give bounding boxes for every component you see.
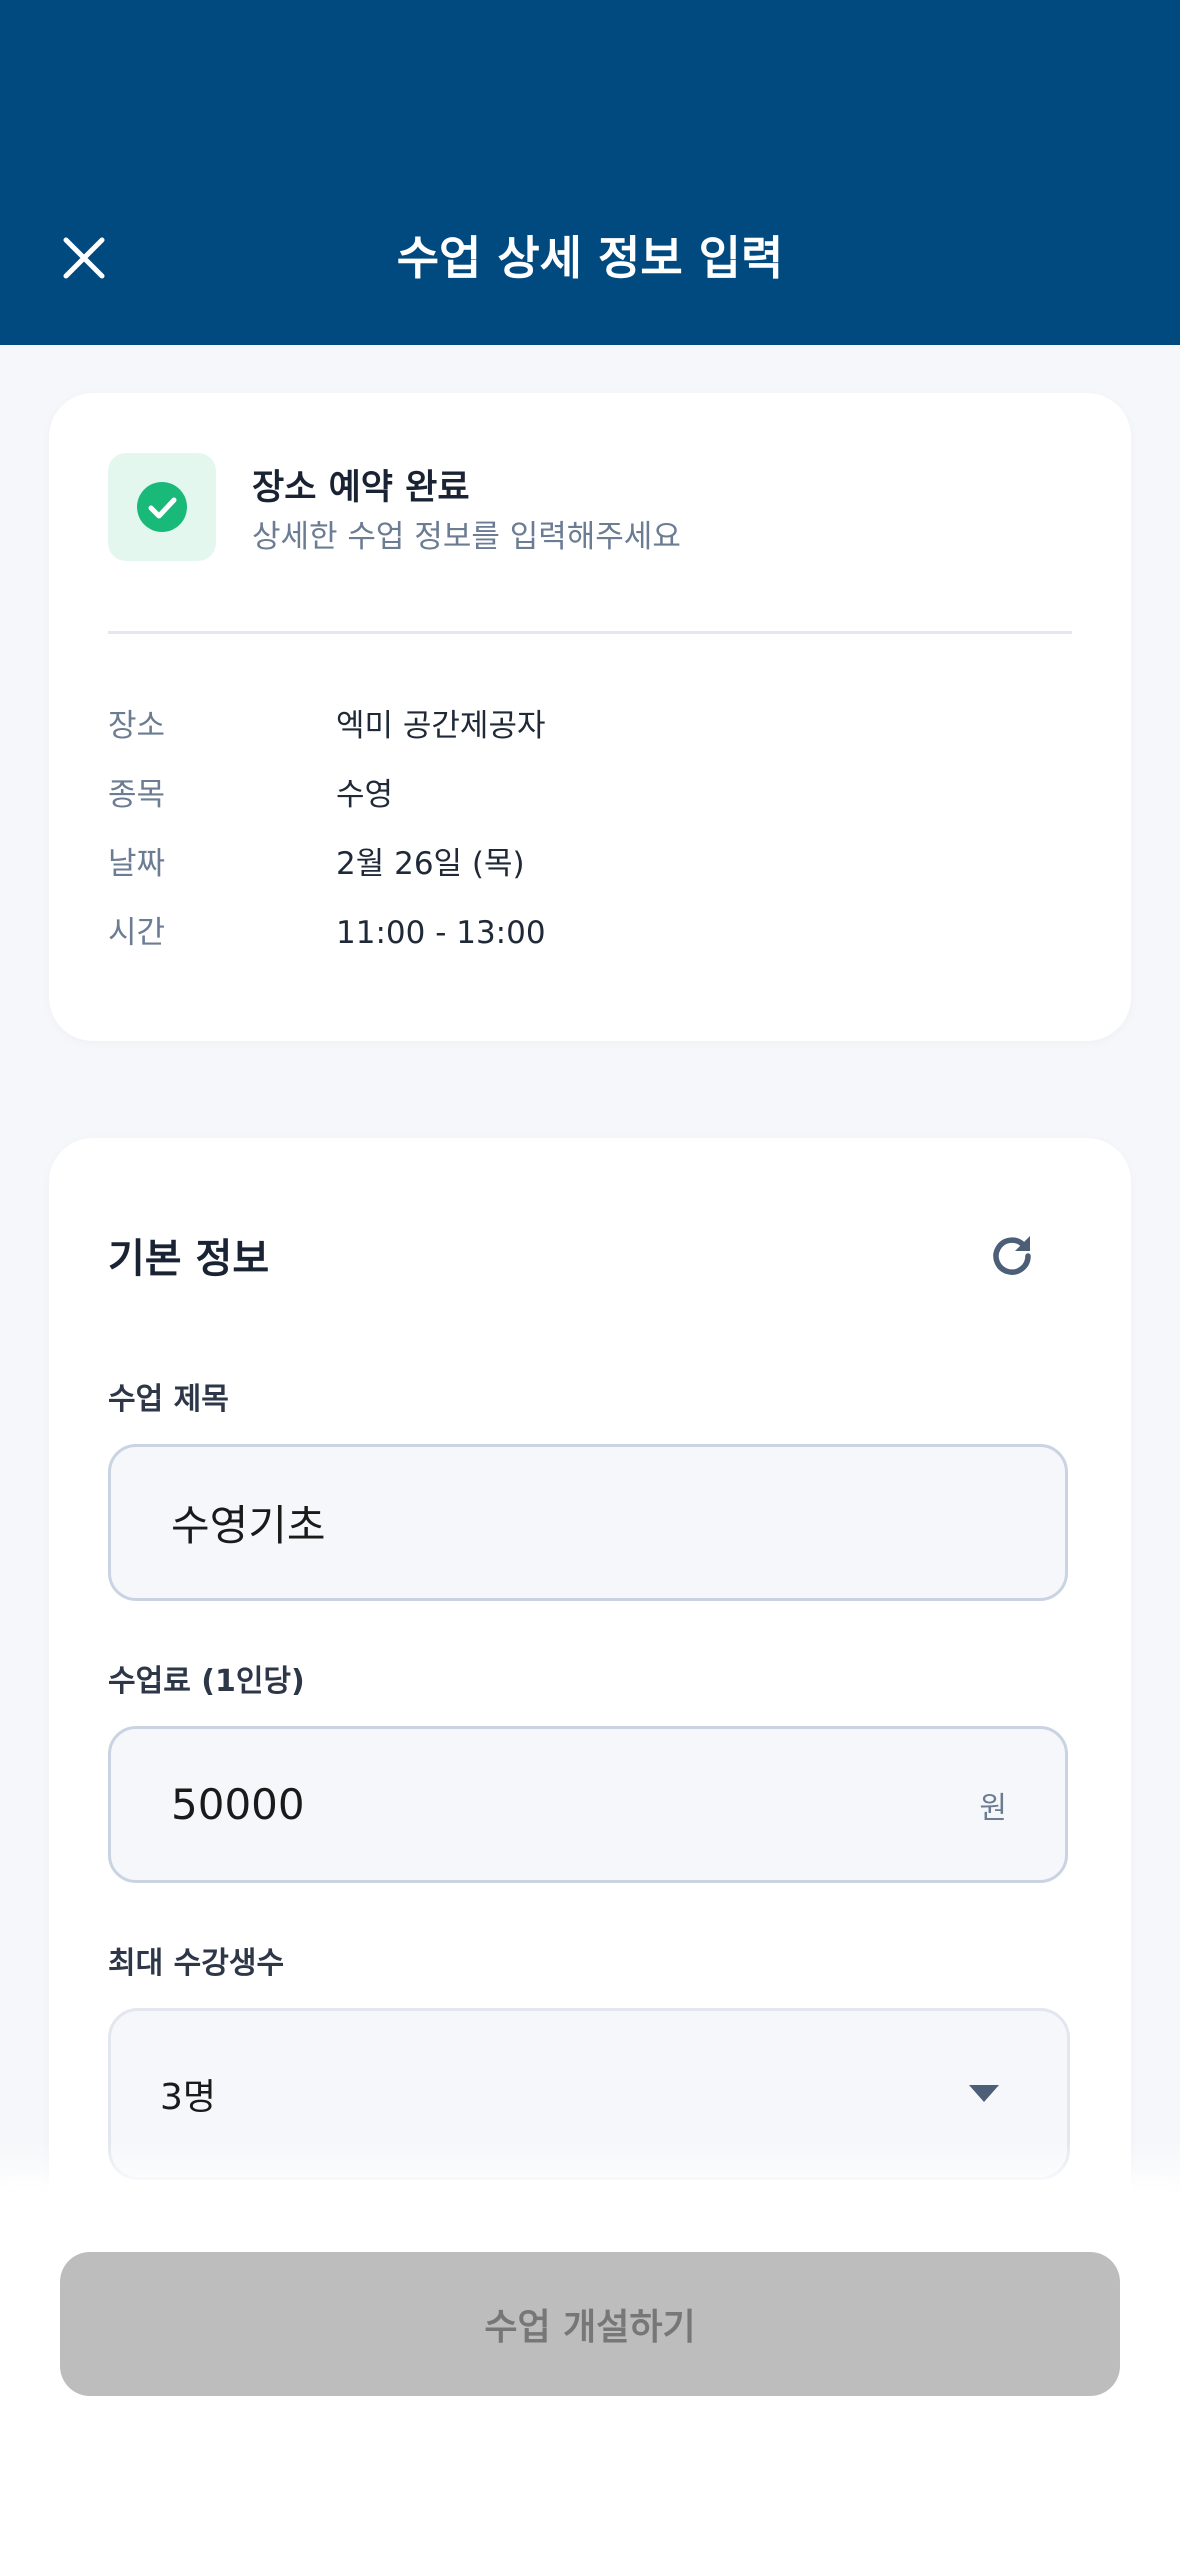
sport-value: 수영 <box>336 777 394 813</box>
class-title-input[interactable] <box>171 1447 931 1598</box>
time-value: 11:00 - 13:00 <box>336 915 546 951</box>
check-badge <box>108 453 216 561</box>
fee-input[interactable] <box>171 1729 931 1880</box>
fee-label: 수업료 (1인당) <box>108 1664 305 1699</box>
reservation-summary-card: 장소 예약 완료 상세한 수업 정보를 입력해주세요 장소 엑미 공간제공자 종… <box>49 393 1131 1041</box>
chevron-down-icon <box>969 2085 999 2102</box>
check-circle-icon <box>137 482 187 532</box>
section-title: 기본 정보 <box>108 1236 270 1282</box>
app-header: 수업 상세 정보 입력 <box>0 0 1180 345</box>
fee-field[interactable]: 원 <box>108 1726 1068 1883</box>
scroll-fade <box>0 2140 1180 2192</box>
fee-unit: 원 <box>979 1790 1007 1826</box>
class-title-label: 수업 제목 <box>108 1382 229 1417</box>
refresh-button[interactable] <box>982 1226 1042 1286</box>
class-title-field[interactable] <box>108 1444 1068 1601</box>
date-label: 날짜 <box>108 846 166 882</box>
time-label: 시간 <box>108 915 166 951</box>
reservation-complete-title: 장소 예약 완료 <box>252 468 470 508</box>
date-value: 2월 26일 (목) <box>336 846 525 882</box>
page-title: 수업 상세 정보 입력 <box>396 231 784 285</box>
place-value: 엑미 공간제공자 <box>336 708 546 744</box>
divider <box>108 631 1072 634</box>
sport-label: 종목 <box>108 777 166 813</box>
reservation-complete-subtitle: 상세한 수업 정보를 입력해주세요 <box>252 519 681 555</box>
create-class-button[interactable]: 수업 개설하기 <box>60 2252 1120 2396</box>
bottom-action-bar: 수업 개설하기 <box>0 2192 1180 2558</box>
basic-info-card: 기본 정보 수업 제목 수업료 (1인당) 원 최대 수강생수 3명 <box>49 1138 1131 2258</box>
max-students-label: 최대 수강생수 <box>108 1946 285 1981</box>
refresh-icon <box>993 1236 1031 1275</box>
place-label: 장소 <box>108 708 166 744</box>
